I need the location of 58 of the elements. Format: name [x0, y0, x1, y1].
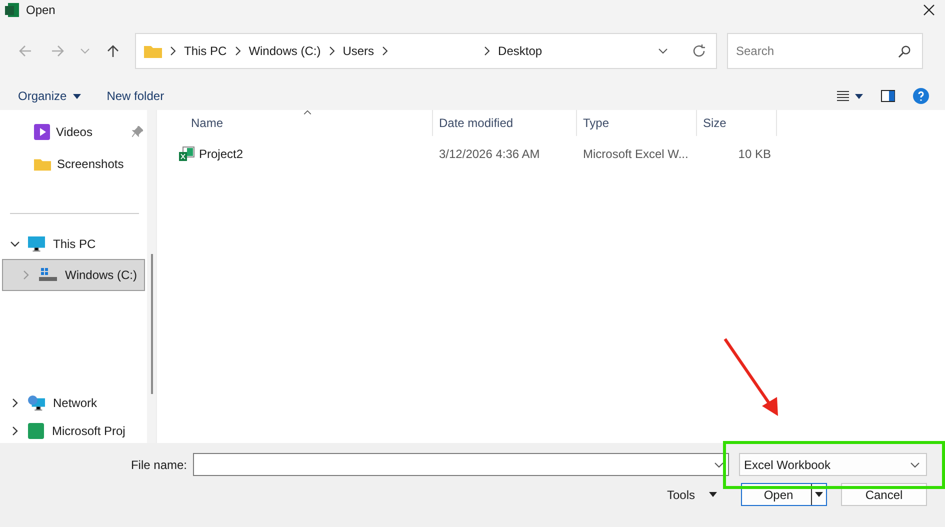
- close-icon: [923, 4, 935, 16]
- drive-icon: [39, 268, 57, 282]
- new-folder-button[interactable]: New folder: [106, 89, 164, 103]
- table-cell-text: 10 KB: [737, 147, 772, 161]
- file-name[interactable]: Project2: [199, 147, 244, 161]
- tree-item[interactable]: Windows (C:): [2, 259, 145, 292]
- dropdown-caret-icon[interactable]: [658, 48, 668, 54]
- breadcrumb-item[interactable]: This PC: [184, 44, 227, 58]
- address-bar[interactable]: This PC Windows (C:) Users Desktop: [135, 33, 717, 69]
- open-split-dropdown[interactable]: [811, 484, 826, 505]
- help-icon[interactable]: [913, 88, 929, 104]
- dropdown-caret-icon: [910, 462, 920, 468]
- column-header[interactable]: Size: [697, 110, 777, 136]
- file-name-label: File name:: [130, 458, 187, 472]
- folder-icon: [144, 44, 162, 58]
- dropdown-caret-icon: [714, 462, 724, 468]
- tree-item[interactable]: This PC: [0, 228, 147, 260]
- tree-item[interactable]: Network: [0, 387, 147, 420]
- app-icon: [4, 2, 20, 18]
- view-options-icon[interactable]: [837, 90, 863, 102]
- file-type-dropdown[interactable]: Excel Workbook: [739, 453, 927, 476]
- search-icon: [898, 45, 911, 58]
- monitor-icon: [28, 236, 45, 252]
- caret-icon: [72, 94, 81, 98]
- breadcrumb-item[interactable]: Desktop: [498, 44, 542, 58]
- column-header[interactable]: Date modified: [433, 110, 577, 136]
- preview-pane-icon[interactable]: [881, 90, 895, 102]
- breadcrumb-item[interactable]: Users: [342, 44, 374, 58]
- tree-item[interactable]: Microsoft Proj: [0, 419, 147, 444]
- caret-icon: [815, 492, 823, 497]
- table-cell-text: 3/12/2026 4:36 AM: [438, 147, 541, 161]
- network-icon: [28, 395, 45, 412]
- column-header[interactable]: Type: [577, 110, 697, 136]
- chevron-icon: [328, 46, 335, 56]
- search-field[interactable]: Search: [727, 33, 923, 69]
- up-arrow-icon: [106, 44, 120, 58]
- quick-access-item[interactable]: Videos: [0, 116, 147, 148]
- left-arrow-icon: [18, 44, 32, 58]
- tools-button[interactable]: Tools: [666, 488, 717, 502]
- chevron-icon: [382, 46, 388, 56]
- chevron-down-icon: [80, 48, 90, 54]
- app-icon: [28, 423, 44, 440]
- file-name-field[interactable]: [193, 453, 729, 476]
- chevron-icon: [484, 46, 490, 56]
- chevron-icon: [170, 46, 176, 56]
- right-arrow-icon: [50, 44, 64, 58]
- caret-icon: [709, 492, 717, 497]
- window-title: Open: [26, 3, 56, 17]
- table-cell-text: Microsoft Excel W...: [582, 147, 690, 161]
- column-header[interactable]: Name: [157, 110, 433, 136]
- quick-access-item[interactable]: Screenshots: [0, 148, 147, 180]
- spreadsheet-icon: [179, 146, 195, 162]
- organize-button[interactable]: Organize: [18, 89, 81, 103]
- folder-icon: [34, 156, 51, 171]
- refresh-icon[interactable]: [692, 44, 706, 58]
- chevron-icon: [234, 46, 241, 56]
- breadcrumb-item[interactable]: Windows (C:): [248, 44, 321, 58]
- video-icon: [34, 124, 50, 140]
